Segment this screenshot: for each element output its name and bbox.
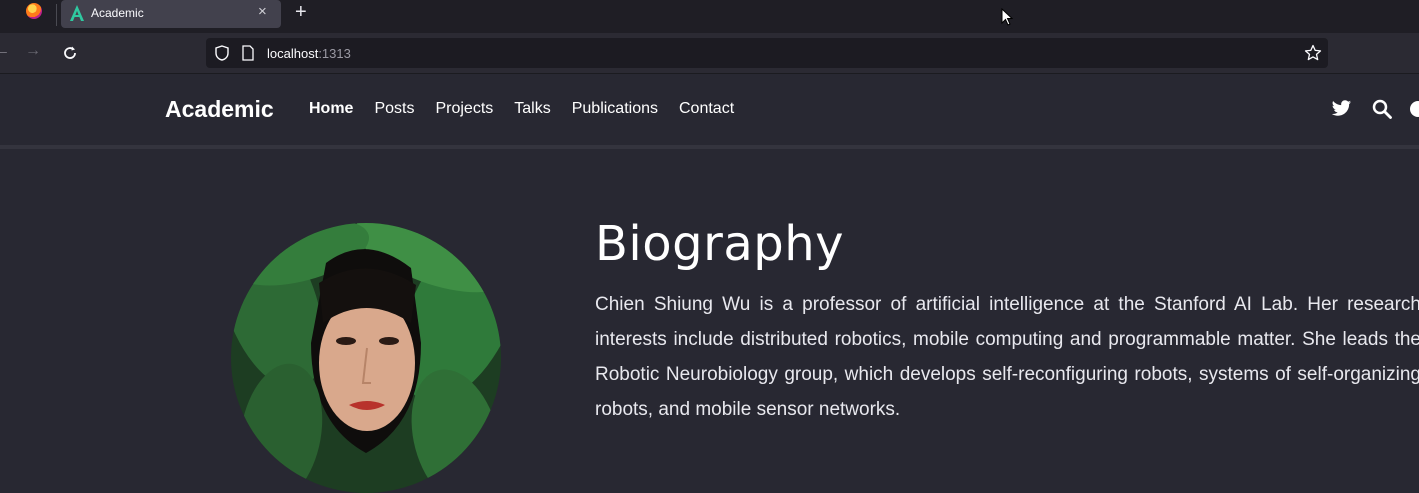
search-icon[interactable] xyxy=(1372,99,1392,119)
browser-tab-academic[interactable]: Academic × xyxy=(61,0,281,28)
nav-link-projects[interactable]: Projects xyxy=(435,100,493,118)
avatar-portrait-image xyxy=(231,223,501,493)
bookmark-star-icon[interactable] xyxy=(1304,44,1322,62)
nav-link-publications[interactable]: Publications xyxy=(572,100,658,118)
firefox-logo-icon[interactable] xyxy=(26,3,42,19)
address-bar[interactable]: localhost:1313 xyxy=(206,38,1328,68)
moon-icon[interactable] xyxy=(1408,99,1419,119)
tracking-protection-shield-icon[interactable] xyxy=(215,45,229,61)
nav-link-posts[interactable]: Posts xyxy=(374,100,414,118)
nav-link-home[interactable]: Home xyxy=(309,100,353,118)
nav-link-contact[interactable]: Contact xyxy=(679,100,734,118)
reload-icon[interactable] xyxy=(61,44,79,62)
browser-tab-bar: Academic × + xyxy=(0,0,1419,33)
tab-close-icon[interactable]: × xyxy=(258,3,267,20)
twitter-icon[interactable] xyxy=(1331,100,1352,118)
back-button[interactable]: ← xyxy=(0,42,10,60)
academic-favicon-icon xyxy=(70,5,84,21)
site-navbar: Academic Home Posts Projects Talks Publi… xyxy=(0,74,1419,149)
browser-toolbar: ← → localhost:1313 xyxy=(0,33,1419,74)
url-port: :1313 xyxy=(318,46,351,61)
url-host: localhost xyxy=(267,46,319,61)
site-brand[interactable]: Academic xyxy=(165,96,274,123)
page-info-icon[interactable] xyxy=(242,45,254,61)
tab-title: Academic xyxy=(91,6,144,20)
biography-text: Chien Shiung Wu is a professor of artifi… xyxy=(595,294,1419,420)
tab-separator xyxy=(56,4,57,26)
url-text[interactable]: localhost:1313 xyxy=(267,46,351,61)
mouse-cursor-icon xyxy=(1001,8,1013,26)
new-tab-button[interactable]: + xyxy=(295,1,307,24)
nav-link-talks[interactable]: Talks xyxy=(514,100,550,118)
forward-button[interactable]: → xyxy=(25,42,41,60)
site-nav-links: Home Posts Projects Talks Publications C… xyxy=(309,100,755,118)
avatar xyxy=(231,223,501,493)
biography-heading: Biography xyxy=(595,216,845,272)
